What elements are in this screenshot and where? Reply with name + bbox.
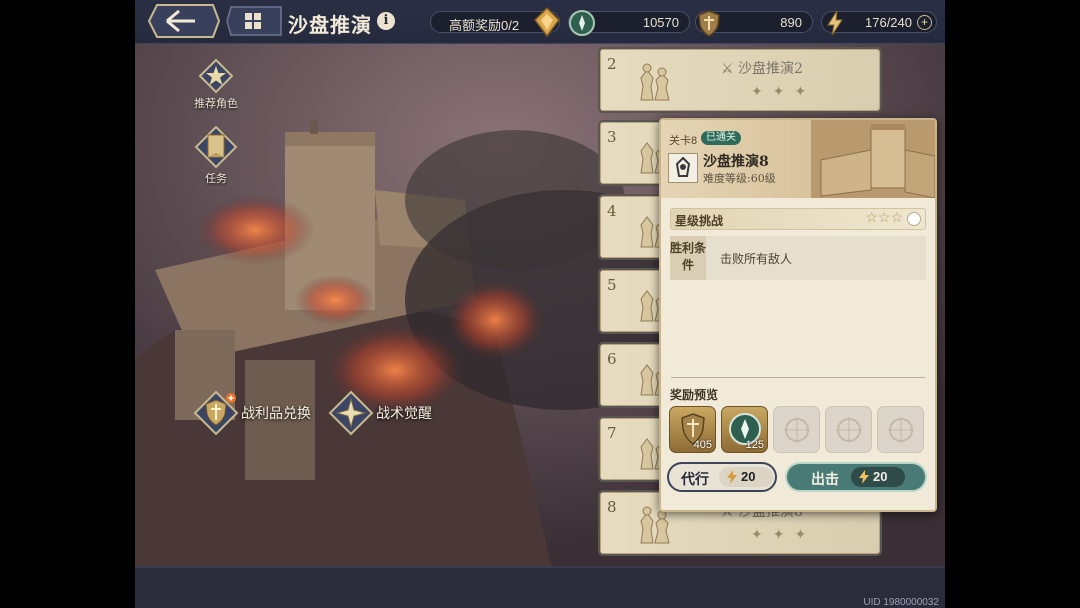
task-label: 任务	[205, 172, 227, 185]
reward-slot-empty	[825, 406, 872, 453]
recommended-characters-button[interactable]: 推荐角色	[187, 58, 245, 111]
compass-star-icon	[328, 390, 374, 436]
stage-number: 3	[607, 128, 617, 146]
reward-slot[interactable]: 405	[669, 406, 716, 453]
high-reward-counter[interactable]: 高额奖励0/2	[430, 6, 560, 38]
stage-name: ⚔ 沙盘推演2	[721, 61, 803, 77]
resource-compass-coin: 10570	[568, 10, 690, 36]
top-bar: 沙盘推演 i 高额奖励0/2 10570 890 176/240 +	[135, 0, 945, 44]
back-button[interactable]	[145, 3, 221, 39]
star-rating: ☆☆☆	[865, 210, 903, 226]
high-reward-label: 高额奖励0/2	[449, 18, 520, 33]
stage-item-2[interactable]: 2 ⚔ 沙盘推演2 ✦✦✦	[600, 49, 880, 111]
auto-battle-cost: 20	[719, 467, 773, 487]
sortie-label: 出击	[811, 472, 839, 488]
victory-condition-text: 击败所有敌人	[720, 252, 793, 266]
resource-shield-medal: 890	[695, 10, 813, 37]
auto-battle-button[interactable]: 代行 20	[667, 462, 777, 492]
info-icon[interactable]: i	[377, 12, 395, 30]
star-medal-icon	[198, 58, 234, 94]
chess-pieces-icon	[640, 63, 670, 101]
bottom-bar: UID 1980000032	[135, 566, 945, 608]
stage-number: 4	[607, 202, 617, 220]
sortie-cost: 20	[851, 467, 905, 487]
stage-number: 7	[607, 424, 617, 442]
stage-number: 5	[607, 276, 617, 294]
stage-detail-header: 关卡8 已通关 沙盘推演8 难度等级:60级	[661, 120, 935, 198]
user-id: UID 1980000032	[863, 597, 939, 608]
star-challenge-bar[interactable]: 星级挑战 ☆☆☆	[670, 208, 926, 230]
stage-detail-panel: 关卡8 已通关 沙盘推演8 难度等级:60级 星级挑战 ☆☆☆ 胜利条件 击败所…	[659, 118, 937, 512]
stage-number: 6	[607, 350, 617, 368]
resource-value: 10570	[642, 15, 679, 30]
game-viewport: 沙盘推演 i 高额奖励0/2 10570 890 176/240 + 推荐角色 …	[135, 0, 945, 608]
stamina-bolt-icon	[727, 470, 737, 484]
compass-coin-icon	[569, 10, 595, 36]
auto-battle-label: 代行	[681, 472, 709, 488]
reward-preview-title: 奖励预览	[670, 388, 719, 402]
stage-number-label: 关卡8	[669, 135, 698, 147]
home-button[interactable]	[225, 5, 283, 37]
divider	[671, 377, 925, 378]
magnify-icon[interactable]	[907, 212, 921, 226]
resource-value: 176/240	[865, 15, 912, 30]
tactical-awakening-label: 战术觉醒	[376, 406, 432, 422]
add-stamina-icon[interactable]: +	[917, 15, 932, 30]
cleared-badge: 已通关	[701, 131, 741, 145]
stamina-bolt-icon	[859, 470, 869, 484]
empty-slot-icon	[888, 417, 914, 443]
loot-exchange-label: 战利品兑换	[241, 406, 311, 422]
shield-medal-icon	[698, 10, 720, 37]
stamina-bolt-icon	[827, 10, 843, 36]
reward-slot[interactable]: 125	[721, 406, 768, 453]
empty-slot-icon	[784, 417, 810, 443]
resource-stamina: 176/240 +	[821, 10, 937, 36]
task-button[interactable]: 任务	[187, 125, 245, 186]
stage-difficulty: 难度等级:60级	[703, 172, 776, 185]
stage-number: 8	[607, 498, 617, 516]
victory-condition-tag: 胜利条件	[670, 236, 706, 280]
stage-emblem-icon	[668, 153, 698, 183]
reward-slot-empty	[773, 406, 820, 453]
reward-chest-icon	[534, 6, 560, 38]
loot-exchange-button[interactable]: 战利品兑换	[193, 390, 323, 438]
reward-count: 405	[693, 439, 712, 451]
resource-value: 890	[780, 15, 802, 30]
victory-condition-box: 胜利条件 击败所有敌人	[670, 236, 926, 280]
reward-count: 125	[745, 439, 764, 451]
star-challenge-label: 星级挑战	[675, 214, 724, 228]
reward-slot-empty	[877, 406, 924, 453]
shield-sword-icon	[193, 390, 239, 436]
scroll-banner-icon	[194, 125, 238, 169]
recommended-characters-label: 推荐角色	[194, 97, 238, 110]
sortie-button[interactable]: 出击 20	[785, 462, 927, 492]
stage-number: 2	[607, 55, 617, 73]
page-title: 沙盘推演	[288, 13, 372, 37]
stage-stars: ✦✦✦	[751, 84, 817, 100]
stage-stars: ✦✦✦	[751, 527, 817, 543]
stage-title: 沙盘推演8	[703, 154, 769, 170]
empty-slot-icon	[836, 417, 862, 443]
tactical-awakening-button[interactable]: 战术觉醒	[328, 390, 448, 438]
castle-thumbnail	[811, 120, 935, 198]
